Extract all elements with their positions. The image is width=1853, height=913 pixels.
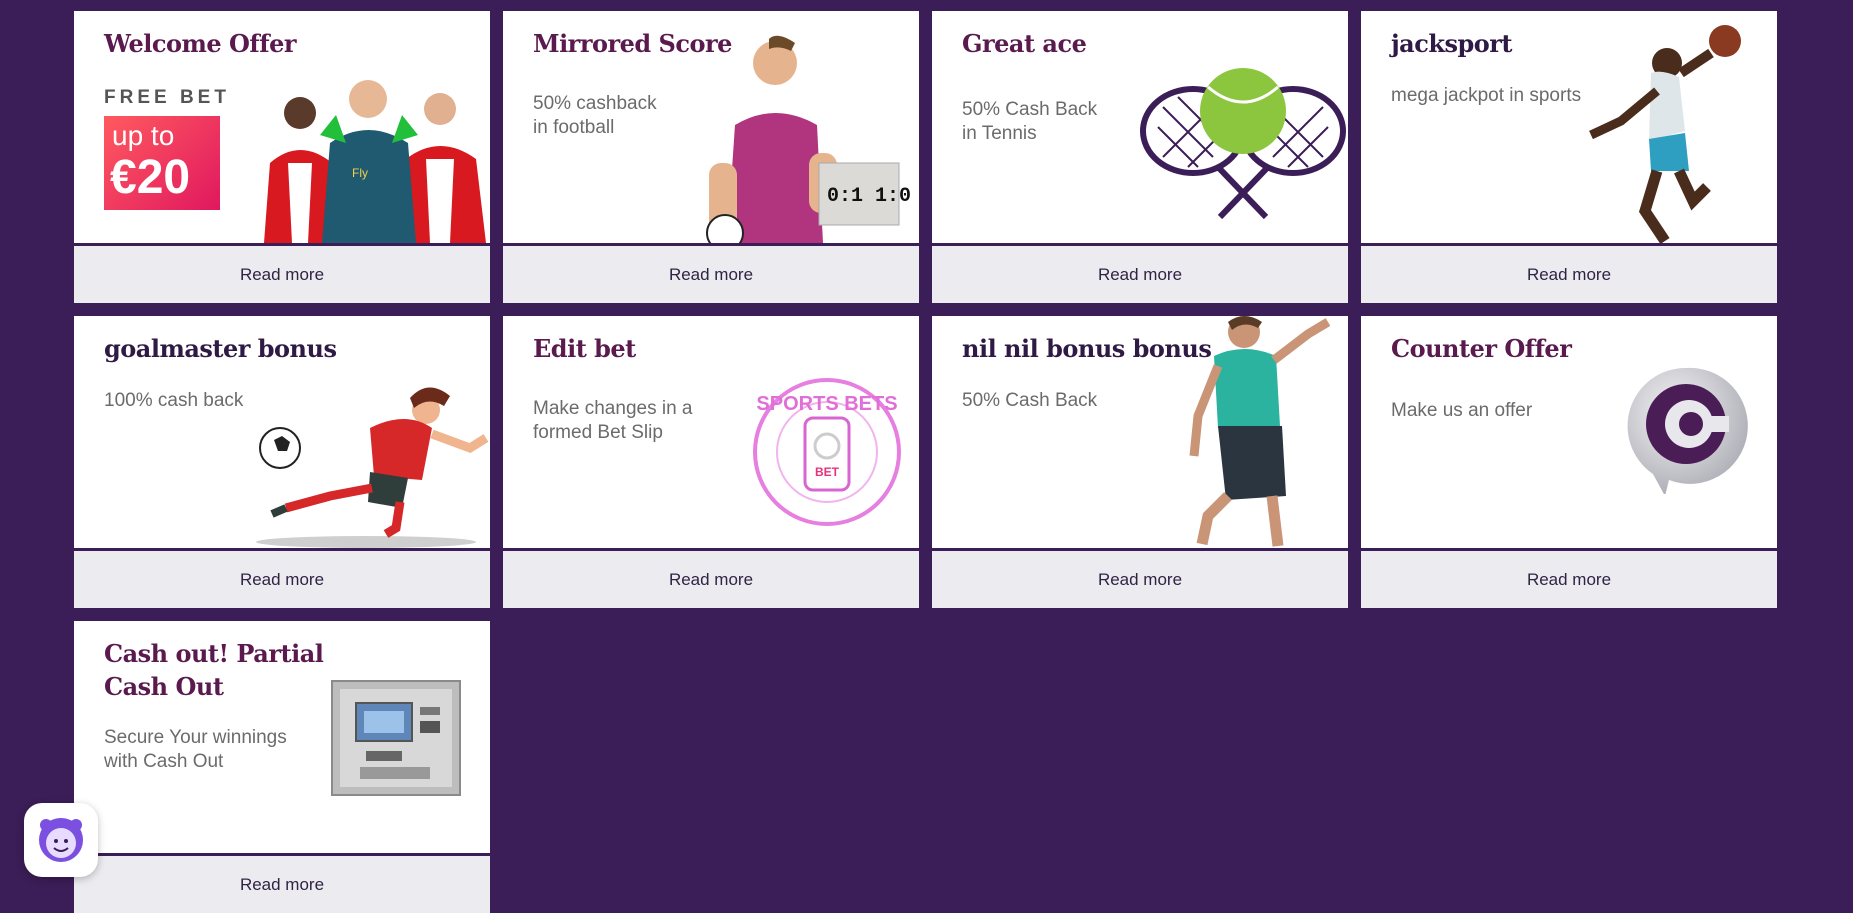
card-subtitle-line-2: with Cash Out [104,751,224,772]
promo-card-cash-out[interactable]: Cash out! Partial Cash Out Secure Your w… [74,621,490,913]
card-body: goalmaster bonus 100% cash back [74,316,490,548]
read-more-button[interactable]: Read more [74,551,490,608]
read-more-button[interactable]: Read more [1361,246,1777,303]
sports-bets-neon-sign: SPORTS BETS BET [753,378,901,526]
card-title: Welcome Offer [104,29,297,58]
promotions-grid: Welcome Offer FREE BET up to €20 Fly Rea… [74,11,1777,913]
card-body: Cash out! Partial Cash Out Secure Your w… [74,621,490,853]
card-body: Great ace 50% Cash Back in Tennis [932,11,1348,243]
tennis-rackets-icon [1140,68,1346,220]
promo-card-counter-offer[interactable]: Counter Offer Make us an offer Read more [1361,316,1777,608]
card-subtitle-line-1: Secure Your winnings [104,727,287,748]
svg-text:Fly: Fly [352,166,368,180]
neon-sign-text: SPORTS BETS [756,393,897,415]
basketball-player-image [1589,25,1741,243]
card-body: Counter Offer Make us an offer [1361,316,1777,548]
card-subtitle-line-1: Make changes in a [533,398,693,419]
promo-card-great-ace[interactable]: Great ace 50% Cash Back in Tennis Read m… [932,11,1348,303]
promo-card-nil-nil-bonus[interactable]: nil nil bonus bonus 50% Cash Back Read m… [932,316,1348,608]
card-title-line-2: Cash Out [104,672,224,701]
card-body: Welcome Offer FREE BET up to €20 Fly [74,11,490,243]
card-subtitle-line-1: 50% Cash Back [962,99,1098,120]
card-subtitle-line-2: in football [533,117,615,138]
card-body: nil nil bonus bonus 50% Cash Back [932,316,1348,548]
read-more-button[interactable]: Read more [503,551,919,608]
score-display: 0:1 1:0 [827,185,911,208]
card-subtitle-line-2: formed Bet Slip [533,422,663,443]
card-subtitle-line-1: mega jackpot in sports [1391,85,1582,106]
promo-card-jacksport[interactable]: jacksport mega jackpot in sports Read mo… [1361,11,1777,303]
card-subtitle-line-2: in Tennis [962,123,1037,144]
card-title: Edit bet [533,334,636,363]
promo-amount-badge: up to €20 [104,116,220,210]
promo-line-1: up to [112,120,175,151]
card-body: Edit bet Make changes in a formed Bet Sl… [503,316,919,548]
football-player-image [1189,316,1331,547]
card-title: Great ace [962,29,1087,58]
promo-card-edit-bet[interactable]: Edit bet Make changes in a formed Bet Sl… [503,316,919,608]
card-subtitle-line-1: 50% cashback [533,93,657,114]
card-title-line-1: Cash out! Partial [104,639,324,668]
card-kicker: FREE BET [104,87,230,108]
promo-card-welcome-offer[interactable]: Welcome Offer FREE BET up to €20 Fly Rea… [74,11,490,303]
card-subtitle-line-1: 50% Cash Back [962,390,1098,411]
chat-widget-button[interactable] [24,803,98,877]
promo-line-2: €20 [110,151,191,204]
read-more-button[interactable]: Read more [1361,551,1777,608]
card-body: jacksport mega jackpot in sports [1361,11,1777,243]
card-body: Mirrored Score 50% cashback in football … [503,11,919,243]
player-with-scoreboard-image: 0:1 1:0 [706,35,911,243]
kicking-player-illustration [256,387,489,548]
neon-badge-text: BET [815,465,840,479]
chat-avatar-icon [39,818,83,862]
read-more-button[interactable]: Read more [74,246,490,303]
card-title: Cash out! Partial Cash Out [104,637,324,703]
card-subtitle-line-1: Make us an offer [1391,400,1533,421]
read-more-button[interactable]: Read more [932,246,1348,303]
atm-machine-icon [331,680,461,796]
card-title: jacksport [1391,29,1513,58]
promo-card-mirrored-score[interactable]: Mirrored Score 50% cashback in football … [503,11,919,303]
football-players-image: Fly [264,80,486,243]
read-more-button[interactable]: Read more [503,246,919,303]
read-more-button[interactable]: Read more [74,856,490,913]
promo-card-goalmaster-bonus[interactable]: goalmaster bonus 100% cash back Read mor… [74,316,490,608]
card-title: Counter Offer [1391,334,1572,363]
counter-offer-logo-icon [1627,367,1748,494]
read-more-button[interactable]: Read more [932,551,1348,608]
